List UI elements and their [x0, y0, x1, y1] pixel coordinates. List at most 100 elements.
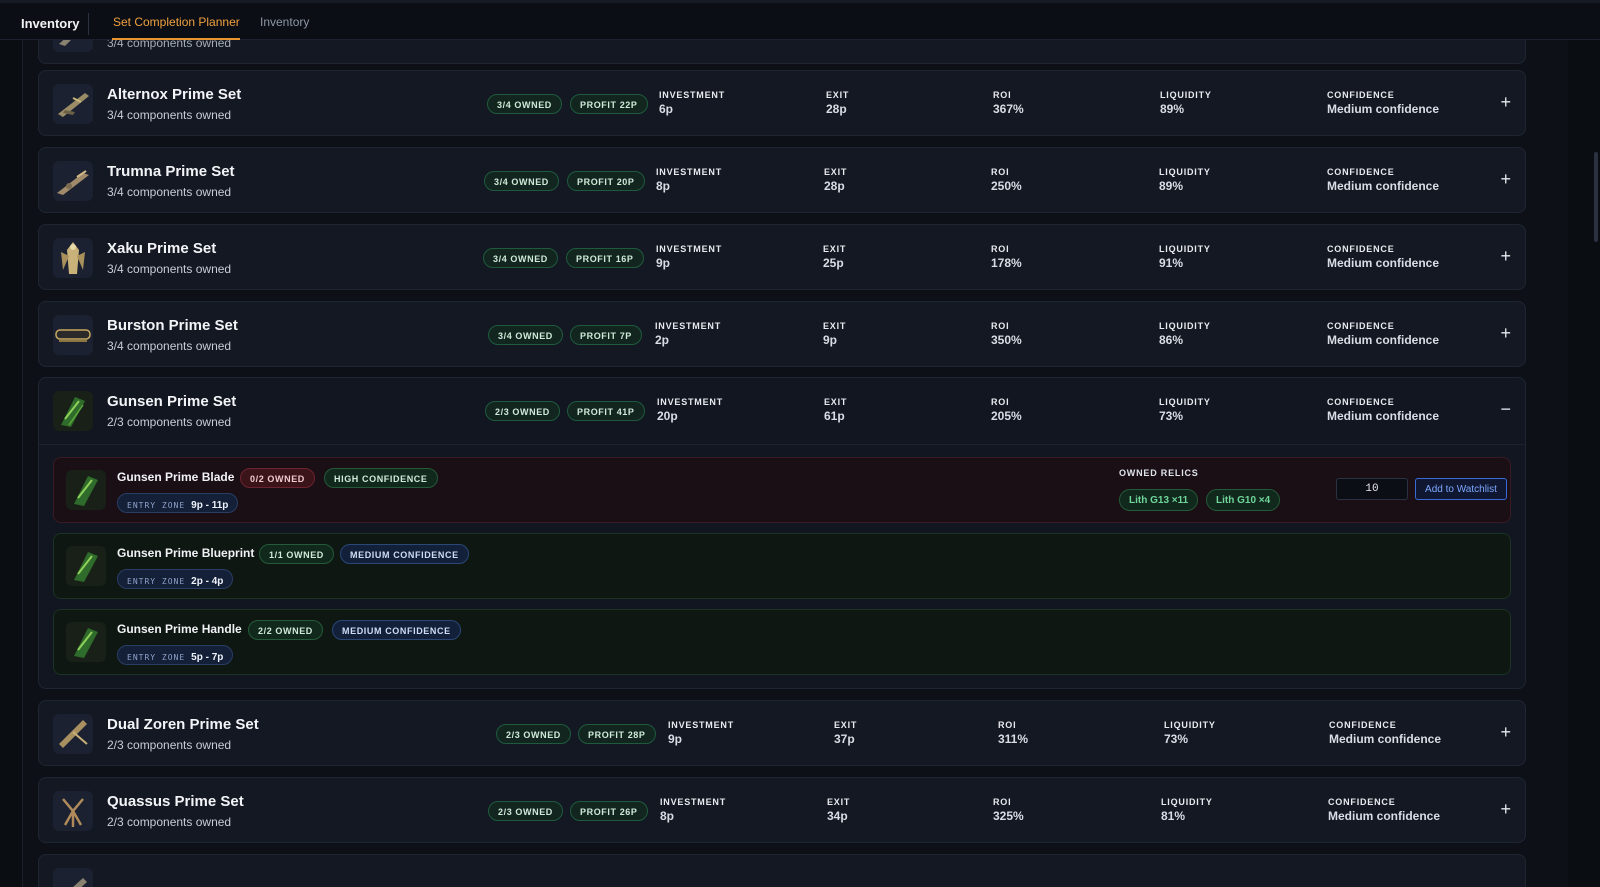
owned-badge: 2/3 OWNED	[488, 801, 563, 821]
set-card[interactable]: Xaku Prime Set 3/4 components owned 3/4 …	[38, 224, 1526, 290]
owned-relics-label: OWNED RELICS	[1119, 468, 1199, 478]
weapon-icon	[53, 40, 93, 52]
app-title: Inventory	[21, 16, 80, 31]
confidence-badge: MEDIUM CONFIDENCE	[340, 544, 469, 564]
weapon-icon	[53, 868, 93, 887]
expand-button[interactable]: +	[1500, 169, 1511, 190]
owned-badge: 1/1 OWNED	[259, 544, 334, 564]
liquidity-metric: LIQUIDITY 91%	[1159, 244, 1211, 270]
set-name: Burston Prime Set	[107, 317, 238, 334]
set-card[interactable]: Trumna Prime Set 3/4 components owned 3/…	[38, 147, 1526, 213]
expand-button[interactable]: +	[1500, 246, 1511, 267]
roi-metric: ROI 311%	[998, 720, 1029, 746]
set-components-owned: 3/4 components owned	[107, 108, 232, 122]
set-card-partial-bottom[interactable]	[38, 854, 1526, 887]
owned-badge: 2/3 OWNED	[496, 724, 571, 744]
set-card-header[interactable]: Gunsen Prime Set 2/3 components owned 2/…	[39, 378, 1525, 445]
confidence-metric: CONFIDENCE Medium confidence	[1327, 321, 1440, 347]
set-name: Dual Zoren Prime Set	[107, 716, 259, 733]
weapon-part-icon	[66, 546, 106, 586]
set-card-expanded: Gunsen Prime Set 2/3 components owned 2/…	[38, 377, 1526, 689]
part-name: Gunsen Prime Blueprint	[117, 546, 255, 560]
investment-metric: INVESTMENT 9p	[656, 244, 723, 270]
roi-metric: ROI 205%	[991, 397, 1022, 423]
profit-badge: PROFIT 41P	[567, 401, 645, 421]
owned-badge: 2/3 OWNED	[485, 401, 560, 421]
expand-button[interactable]: +	[1500, 323, 1511, 344]
owned-badge: 3/4 OWNED	[483, 248, 558, 268]
owned-badge: 3/4 OWNED	[484, 171, 559, 191]
set-components-owned: 3/4 components owned	[107, 40, 232, 50]
part-card: Gunsen Prime Blade 0/2 OWNED HIGH CONFID…	[53, 457, 1511, 523]
expand-button[interactable]: +	[1500, 722, 1511, 743]
liquidity-metric: LIQUIDITY 86%	[1159, 321, 1211, 347]
profit-badge: PROFIT 28P	[578, 724, 656, 744]
exit-metric: EXIT 61p	[824, 397, 848, 423]
set-components-owned: 2/3 components owned	[107, 815, 232, 829]
collapse-button[interactable]: −	[1500, 399, 1511, 420]
tab-set-completion-planner[interactable]: Set Completion Planner	[113, 15, 240, 29]
owned-badge: 2/2 OWNED	[248, 620, 323, 640]
profit-badge: PROFIT 20P	[567, 171, 645, 191]
profit-badge: PROFIT 22P	[570, 94, 648, 114]
confidence-metric: CONFIDENCE Medium confidence	[1329, 720, 1442, 746]
set-components-owned: 2/3 components owned	[107, 738, 232, 752]
investment-metric: INVESTMENT 2p	[655, 321, 722, 347]
set-components-owned: 3/4 components owned	[107, 262, 232, 276]
set-name: Quassus Prime Set	[107, 793, 244, 810]
expand-button[interactable]: +	[1500, 799, 1511, 820]
set-card[interactable]: Burston Prime Set 3/4 components owned 3…	[38, 301, 1526, 367]
investment-metric: INVESTMENT 8p	[660, 797, 727, 823]
owned-badge: 3/4 OWNED	[487, 94, 562, 114]
liquidity-metric: LIQUIDITY 89%	[1159, 167, 1211, 193]
weapon-icon	[53, 161, 93, 201]
owned-badge: 3/4 OWNED	[488, 325, 563, 345]
confidence-badge: MEDIUM CONFIDENCE	[332, 620, 461, 640]
exit-metric: EXIT 25p	[823, 244, 847, 270]
set-list: 3/4 components owned Alternox Prime Set …	[22, 40, 1568, 887]
relic-chip[interactable]: Lith G13 ×11	[1119, 489, 1199, 511]
set-components-owned: 2/3 components owned	[107, 415, 232, 429]
scrollbar-thumb[interactable]	[1594, 152, 1598, 242]
expand-button[interactable]: +	[1500, 92, 1511, 113]
roi-metric: ROI 178%	[991, 244, 1022, 270]
left-rail	[0, 40, 23, 887]
roi-metric: ROI 250%	[991, 167, 1022, 193]
set-card[interactable]: Alternox Prime Set 3/4 components owned …	[38, 70, 1526, 136]
investment-metric: INVESTMENT 8p	[656, 167, 723, 193]
confidence-metric: CONFIDENCE Medium confidence	[1328, 797, 1441, 823]
set-card[interactable]: Quassus Prime Set 2/3 components owned 2…	[38, 777, 1526, 843]
profit-badge: PROFIT 7P	[570, 325, 642, 345]
exit-metric: EXIT 34p	[827, 797, 851, 823]
set-name: Xaku Prime Set	[107, 240, 217, 257]
part-name: Gunsen Prime Blade	[117, 470, 235, 484]
profit-badge: PROFIT 26P	[570, 801, 648, 821]
entry-zone: ENTRY ZONE 2p - 4p	[117, 569, 234, 589]
roi-metric: ROI 367%	[993, 90, 1024, 116]
entry-zone: ENTRY ZONE 5p - 7p	[117, 645, 234, 665]
weapon-icon	[53, 714, 93, 754]
set-components-owned: 3/4 components owned	[107, 185, 232, 199]
confidence-badge: HIGH CONFIDENCE	[324, 468, 438, 488]
part-card: Gunsen Prime Handle 2/2 OWNED MEDIUM CON…	[53, 609, 1511, 675]
owned-badge: 0/2 OWNED	[240, 468, 315, 488]
tab-inventory[interactable]: Inventory	[260, 15, 309, 29]
relic-chip[interactable]: Lith G10 ×4	[1206, 489, 1281, 511]
roi-metric: ROI 325%	[993, 797, 1024, 823]
investment-metric: INVESTMENT 20p	[657, 397, 724, 423]
warframe-icon	[53, 238, 93, 278]
weapon-icon	[53, 84, 93, 124]
liquidity-metric: LIQUIDITY 81%	[1161, 797, 1213, 823]
set-name: Trumna Prime Set	[107, 163, 235, 180]
exit-metric: EXIT 37p	[834, 720, 858, 746]
weapon-part-icon	[66, 470, 106, 510]
profit-badge: PROFIT 16P	[566, 248, 644, 268]
add-to-watchlist-button[interactable]: Add to Watchlist	[1415, 478, 1507, 500]
set-card[interactable]: Dual Zoren Prime Set 2/3 components owne…	[38, 700, 1526, 766]
set-card-partial-top[interactable]: 3/4 components owned	[38, 40, 1526, 64]
part-name: Gunsen Prime Handle	[117, 622, 242, 636]
scrollbar-track[interactable]	[1568, 40, 1600, 887]
quantity-input[interactable]	[1336, 478, 1408, 500]
weapon-icon	[53, 315, 93, 355]
set-name: Gunsen Prime Set	[107, 393, 237, 410]
